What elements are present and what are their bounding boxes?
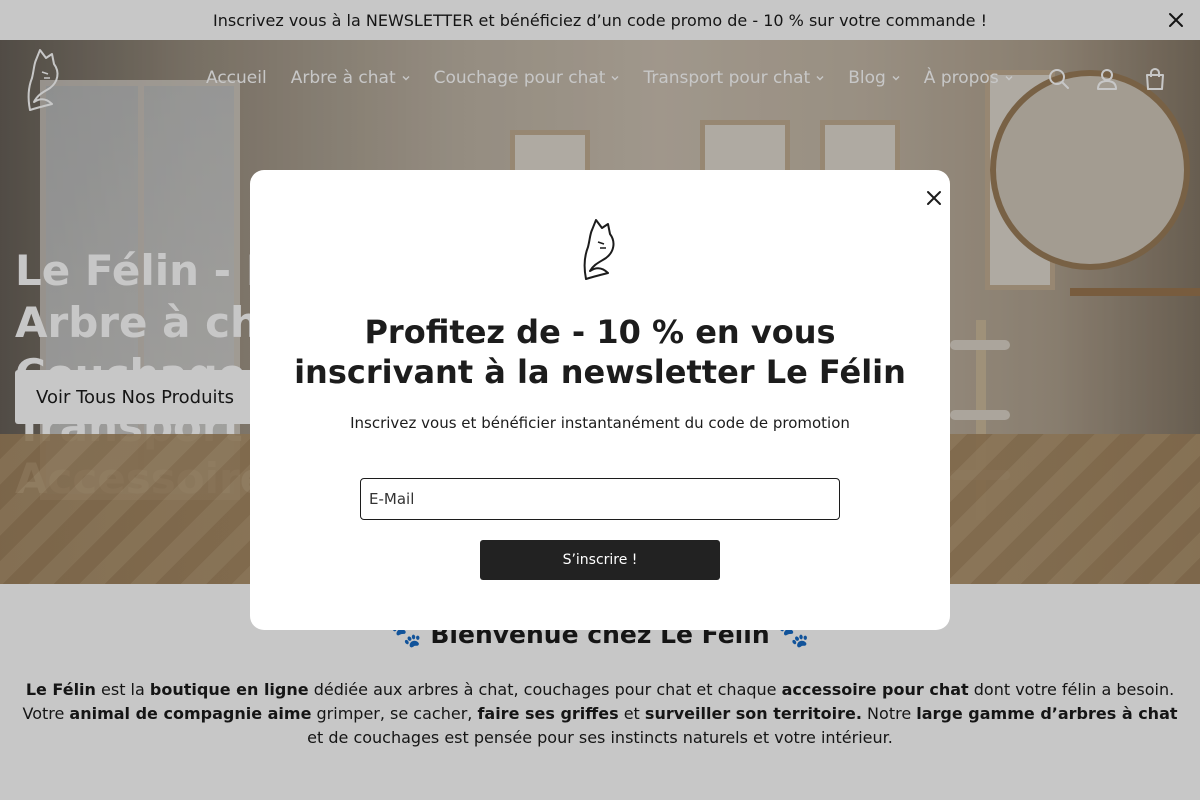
close-icon[interactable] — [926, 190, 942, 206]
modal-subtitle: Inscrivez vous et bénéficier instantaném… — [350, 414, 850, 432]
cat-logo-icon — [583, 219, 615, 280]
subscribe-button[interactable]: S’inscrire ! — [480, 540, 720, 580]
email-field[interactable] — [360, 478, 840, 520]
modal-title: Profitez de - 10 % en vous inscrivant à … — [294, 313, 906, 391]
newsletter-modal: Profitez de - 10 % en vous inscrivant à … — [250, 170, 950, 630]
